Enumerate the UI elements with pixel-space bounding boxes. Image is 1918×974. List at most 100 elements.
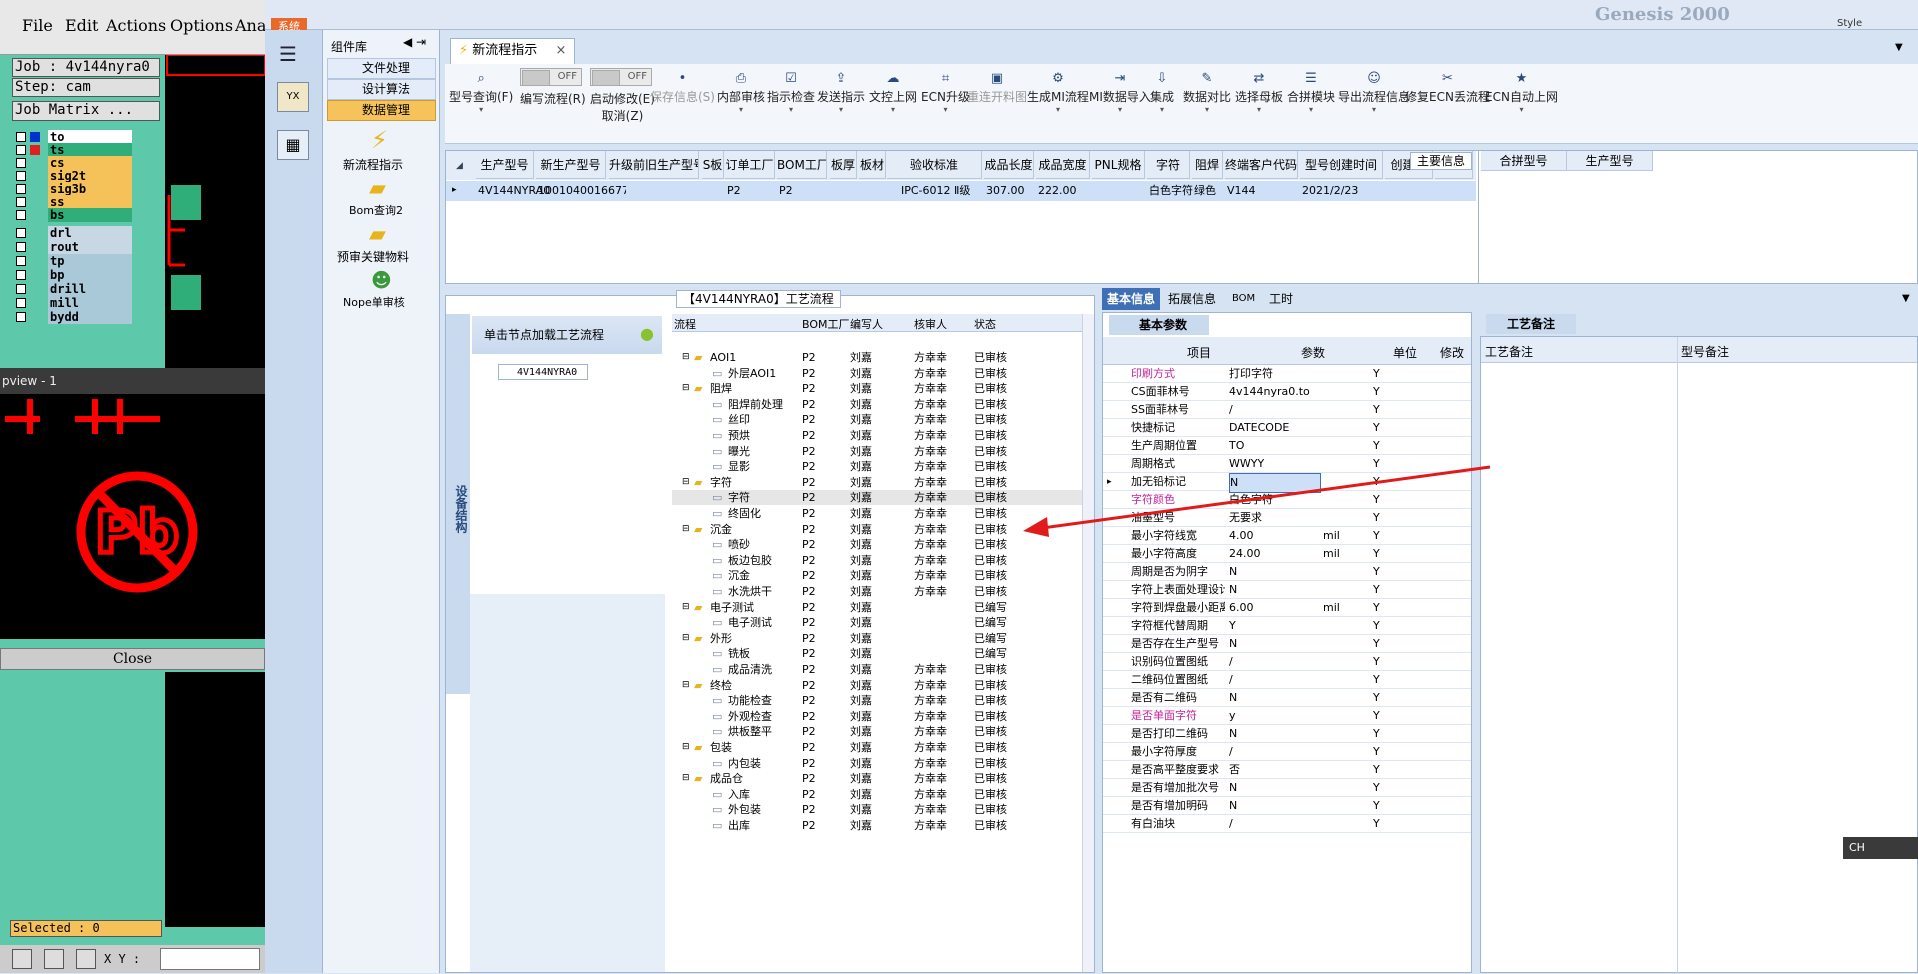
tree-row[interactable]: ▭ 功能检查 P2 刘嘉 方幸幸 已审核 bbox=[672, 693, 1082, 708]
param-value[interactable]: N bbox=[1229, 635, 1321, 653]
param-row[interactable]: 是否打印二维码 N Y bbox=[1103, 725, 1471, 743]
xy-input[interactable] bbox=[160, 948, 260, 970]
param-row[interactable]: 油墨型号 无要求 Y bbox=[1103, 509, 1471, 527]
genesis-canvas-lower[interactable] bbox=[165, 672, 265, 927]
tree-row[interactable]: ⊟ ▰ 终检 P2 刘嘉 方幸幸 已审核 bbox=[672, 678, 1082, 693]
main-info-col[interactable]: 终端客户代码 bbox=[1225, 151, 1298, 179]
layer-row[interactable]: drl bbox=[12, 226, 134, 240]
param-row[interactable]: 字符上表面处理设计 N Y bbox=[1103, 581, 1471, 599]
param-value[interactable]: TO bbox=[1229, 437, 1321, 455]
param-row[interactable]: 识别码位置图纸 / Y bbox=[1103, 653, 1471, 671]
param-value[interactable]: 24.00 bbox=[1229, 545, 1321, 563]
layer-row[interactable]: ts bbox=[12, 143, 134, 157]
layer-row[interactable]: sig3b bbox=[12, 182, 134, 196]
group-design-algorithm[interactable]: 设计算法 bbox=[327, 79, 436, 100]
tree-row[interactable]: ⊟ ▰ 包装 P2 刘嘉 方幸幸 已审核 bbox=[672, 740, 1082, 755]
chevron-down-icon[interactable]: ▼ bbox=[1895, 42, 1903, 53]
param-value[interactable]: / bbox=[1229, 671, 1321, 689]
main-info-col[interactable]: 板材 bbox=[859, 151, 886, 179]
ribbon-button[interactable]: ✎ 数据对比 ▾ bbox=[1183, 70, 1231, 114]
tree-row[interactable]: ▭ 阻焊前处理 P2 刘嘉 方幸幸 已审核 bbox=[672, 397, 1082, 412]
tree-row[interactable]: ▭ 预烘 P2 刘嘉 方幸幸 已审核 bbox=[672, 428, 1082, 443]
yx-icon[interactable]: YX bbox=[277, 82, 309, 112]
ribbon-button[interactable]: ☑ 指示检查 ▾ bbox=[767, 70, 815, 114]
layer-checkbox[interactable] bbox=[16, 256, 26, 266]
main-info-col[interactable]: S板 bbox=[702, 151, 724, 179]
param-row[interactable]: 是否有增加批次号 N Y bbox=[1103, 779, 1471, 797]
ribbon-button[interactable]: ☰ 合拼模块 ▾ bbox=[1287, 70, 1335, 114]
param-row[interactable]: ▸ 加无铅标记 N Y bbox=[1103, 473, 1471, 493]
param-row[interactable]: 周期是否为阴字 N Y bbox=[1103, 563, 1471, 581]
root-node[interactable]: 4V144NYRA0 bbox=[498, 364, 588, 380]
tree-row[interactable]: ▭ 丝印 P2 刘嘉 方幸幸 已审核 bbox=[672, 412, 1082, 427]
dropdown-arrow-icon[interactable]: ▾ bbox=[1485, 105, 1558, 114]
dropdown-arrow-icon[interactable]: ▾ bbox=[869, 105, 917, 114]
tree-row[interactable]: ⊟ ▰ 字符 P2 刘嘉 方幸幸 已审核 bbox=[672, 475, 1082, 490]
expand-minus-icon[interactable]: ⊟ bbox=[682, 600, 690, 615]
tab-work-hours[interactable]: 工时 bbox=[1269, 288, 1293, 310]
param-row[interactable]: 字符框代替周期 Y Y bbox=[1103, 617, 1471, 635]
param-value[interactable]: y bbox=[1229, 707, 1321, 725]
calculator-icon[interactable]: ▦ bbox=[277, 130, 309, 160]
dropdown-arrow-icon[interactable]: ▾ bbox=[1235, 105, 1283, 114]
main-info-col[interactable]: 阻焊 bbox=[1192, 151, 1223, 179]
layer-checkbox[interactable] bbox=[16, 184, 26, 194]
collapse-icon[interactable]: ◀ ⇥ bbox=[403, 35, 426, 49]
layer-row[interactable]: to bbox=[12, 130, 134, 144]
lightning-icon[interactable]: ⚡ bbox=[371, 126, 388, 154]
layer-row[interactable]: rout bbox=[12, 240, 134, 254]
tree-row[interactable]: ⊟ ▰ 电子测试 P2 刘嘉 已编写 bbox=[672, 600, 1082, 615]
menu-file[interactable]: File bbox=[22, 16, 53, 35]
param-row[interactable]: 是否单面字符 y Y bbox=[1103, 707, 1471, 725]
param-value[interactable]: Y bbox=[1229, 617, 1321, 635]
folder-icon[interactable]: ▰ bbox=[369, 176, 386, 201]
tree-row[interactable]: ⊟ ▰ 外形 P2 刘嘉 已编写 bbox=[672, 631, 1082, 646]
param-value[interactable]: WWYY bbox=[1229, 455, 1321, 473]
expand-minus-icon[interactable]: ⊟ bbox=[682, 631, 690, 646]
param-row[interactable]: 字符到焊盘最小距离 6.00 mil Y bbox=[1103, 599, 1471, 617]
pview-canvas[interactable]: Pb bbox=[0, 394, 265, 639]
tree-row[interactable]: ▭ 外层AOI1 P2 刘嘉 方幸幸 已审核 bbox=[672, 366, 1082, 381]
layer-checkbox[interactable] bbox=[16, 145, 26, 155]
folder-open-icon[interactable]: ▰ bbox=[369, 222, 386, 247]
tree-row[interactable]: ▭ 沉金 P2 刘嘉 方幸幸 已审核 bbox=[672, 568, 1082, 583]
tree-row[interactable]: ⊟ ▰ 成品仓 P2 刘嘉 方幸幸 已审核 bbox=[672, 771, 1082, 786]
ribbon-button[interactable]: ⇩ 集成 ▾ bbox=[1150, 70, 1174, 114]
item-prereview-material[interactable]: 预审关键物料 bbox=[337, 248, 409, 265]
main-info-col[interactable]: 验收标准 bbox=[887, 151, 982, 179]
layer-checkbox[interactable] bbox=[16, 312, 26, 322]
close-button[interactable]: Close bbox=[0, 648, 265, 670]
layer-checkbox[interactable] bbox=[16, 197, 26, 207]
layer-checkbox[interactable] bbox=[16, 171, 26, 181]
layer-row[interactable]: cs bbox=[12, 156, 134, 170]
layer-checkbox[interactable] bbox=[16, 228, 26, 238]
layer-checkbox[interactable] bbox=[16, 158, 26, 168]
param-value[interactable]: 4v144nyra0.to bbox=[1229, 383, 1321, 401]
param-value[interactable]: 6.00 bbox=[1229, 599, 1321, 617]
style-menu[interactable]: Style bbox=[1837, 18, 1862, 29]
tree-row[interactable]: ▭ 外观检查 P2 刘嘉 方幸幸 已审核 bbox=[672, 709, 1082, 724]
main-info-col[interactable]: 成品长度 bbox=[984, 151, 1034, 179]
tree-row[interactable]: ▭ 烘板整平 P2 刘嘉 方幸幸 已审核 bbox=[672, 724, 1082, 739]
main-info-col[interactable]: 字符 bbox=[1147, 151, 1190, 179]
param-value[interactable]: 4.00 bbox=[1229, 527, 1321, 545]
layer-row[interactable]: ss bbox=[12, 195, 134, 209]
param-value[interactable]: / bbox=[1229, 743, 1321, 761]
item-bom-query[interactable]: Bom查询2 bbox=[349, 202, 403, 218]
menu-edit[interactable]: Edit bbox=[65, 16, 98, 35]
main-info-col[interactable]: 板厚 bbox=[830, 151, 857, 179]
layer-row[interactable]: mill bbox=[12, 296, 134, 310]
param-value[interactable]: N bbox=[1229, 473, 1321, 493]
dropdown-arrow-icon[interactable]: ▾ bbox=[767, 105, 815, 114]
ribbon-button[interactable]: ⌕ 型号查询(F) ▾ bbox=[449, 70, 513, 114]
param-value[interactable]: N bbox=[1229, 779, 1321, 797]
dropdown-arrow-icon[interactable]: ▾ bbox=[1150, 105, 1174, 114]
group-file-processing[interactable]: 文件处理 bbox=[327, 58, 436, 79]
job-matrix-button[interactable]: Job Matrix ... bbox=[12, 101, 160, 121]
main-info-col[interactable]: 型号创建时间 bbox=[1300, 151, 1383, 179]
dropdown-arrow-icon[interactable]: ▾ bbox=[921, 105, 970, 114]
ribbon-button[interactable]: ⚙ 生成MI流程 ▾ bbox=[1027, 70, 1089, 114]
tree-row[interactable]: ⊟ ▰ 沉金 P2 刘嘉 方幸幸 已审核 bbox=[672, 522, 1082, 537]
param-row[interactable]: 是否有增加明码 N Y bbox=[1103, 797, 1471, 815]
user-icon[interactable]: ☻ bbox=[371, 268, 392, 292]
